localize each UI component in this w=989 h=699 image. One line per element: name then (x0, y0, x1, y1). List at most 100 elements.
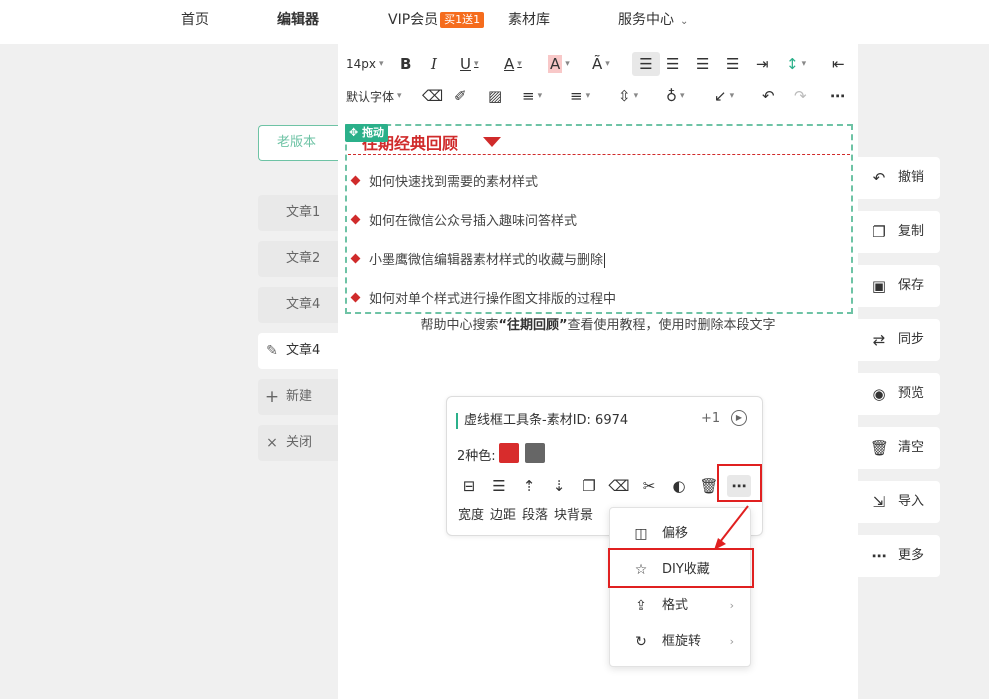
scissors-icon[interactable]: ✂ (637, 475, 661, 497)
edit-icon: ✎ (266, 343, 278, 359)
action-label: 清空 (898, 440, 925, 455)
chevron-down-icon: ▾ (801, 59, 807, 69)
paragraph-down-icon[interactable]: ⇣ (547, 475, 571, 497)
menu-item-rotate[interactable]: ↻ 框旋转 › (610, 624, 752, 660)
list-item[interactable]: 如何在微信公众号插入趣味问答样式 (350, 210, 577, 229)
action-label: 导入 (898, 494, 925, 509)
margin-icon[interactable]: ☰ (487, 475, 511, 497)
more-icon: ⋯ (871, 547, 887, 565)
clear-button[interactable]: 🗑 清空 (858, 427, 940, 469)
list-item[interactable]: 小墨鹰微信编辑器素材样式的收藏与删除 (350, 249, 606, 268)
vip-badge: 买1送1 (440, 12, 485, 28)
eraser-icon[interactable]: ⌫ (422, 84, 443, 108)
color-swatch-gray[interactable] (525, 443, 545, 463)
italic-icon[interactable]: I (431, 52, 437, 76)
eraser-icon[interactable]: ⌫ (607, 475, 631, 497)
top-nav: 首页 编辑器 VIP会员 买1送1 素材库 服务中心 ⌄ (0, 0, 989, 44)
align-left-icon[interactable]: ☰ (632, 52, 660, 76)
close-article-button[interactable]: × 关闭 (258, 425, 338, 461)
font-size-select[interactable]: 14px ▾ (346, 52, 384, 76)
preview-button[interactable]: ◉ 预览 (858, 373, 940, 415)
nav-vip[interactable]: VIP会员 买1送1 (388, 0, 485, 44)
list-item-text: 如何对单个样式进行操作图文排版的过程中 (369, 292, 617, 307)
bulb-icon[interactable]: ♁ ▾ (666, 84, 685, 108)
align-center-icon[interactable]: ☰ (666, 52, 679, 76)
editor-panel: 14px ▾ B I U ▾ A ▾ A ▾ Ã ▾ ☰ ☰ ☰ ☰ ⇥ ↕ ▾ ⇤ 默认字… (338, 44, 858, 699)
action-label: 预览 (898, 386, 925, 401)
background-color-icon[interactable]: A ▾ (548, 52, 570, 76)
background-color-glyph: A (548, 55, 563, 73)
trash-icon: 🗑 (870, 439, 890, 457)
justify-icon[interactable]: ☰ (726, 52, 739, 76)
undo-button[interactable]: ↶ 撤销 (858, 157, 940, 199)
exit-icon[interactable]: ⇤ (832, 52, 845, 76)
nav-materials[interactable]: 素材库 (508, 0, 550, 44)
action-label: 撤销 (898, 170, 925, 185)
format-painter-icon[interactable]: ✐ (454, 84, 467, 108)
paragraph-up-icon[interactable]: ⇡ (517, 475, 541, 497)
font-family-select[interactable]: 默认字体 ▾ (346, 84, 402, 108)
sidebar-item-article[interactable]: 文章2 (258, 241, 338, 277)
list-item[interactable]: 如何快速找到需要的素材样式 (350, 171, 539, 190)
more-button[interactable]: ⋯ 更多 (858, 535, 940, 577)
underline-icon[interactable]: U ▾ (460, 52, 479, 76)
sync-button[interactable]: ⇄ 同步 (858, 319, 940, 361)
indent-icon[interactable]: ⇥ (756, 52, 769, 76)
paragraph-label[interactable]: 段落 (522, 508, 548, 523)
menu-item-format[interactable]: ⇪ 格式 › (610, 588, 752, 624)
nav-editor[interactable]: 编辑器 (277, 0, 319, 44)
chevron-down-icon: ▾ (397, 91, 402, 101)
plus-icon: + (264, 387, 280, 407)
chevron-down-icon: ▾ (585, 91, 591, 101)
save-button[interactable]: ▣ 保存 (858, 265, 940, 307)
contrast-icon[interactable]: ◐ (667, 475, 691, 497)
menu-item-label: 框旋转 (662, 634, 702, 649)
import-button[interactable]: ⇲ 导入 (858, 481, 940, 523)
undo-icon: ↶ (872, 169, 886, 187)
nav-service[interactable]: 服务中心 ⌄ (618, 0, 688, 44)
chevron-down-icon: ▾ (680, 91, 685, 101)
paragraph-spacing-icon[interactable]: ⇳ ▾ (618, 84, 638, 108)
bold-icon[interactable]: B (400, 52, 411, 76)
spacing-icon[interactable]: ≡ ▾ (570, 84, 590, 108)
undo-icon[interactable]: ↶ (762, 84, 775, 108)
chevron-down-icon: ▾ (605, 59, 610, 69)
play-icon[interactable]: ▶ (731, 410, 747, 426)
font-color-icon[interactable]: A ▾ (504, 52, 522, 76)
margin-label[interactable]: 边距 (490, 508, 516, 523)
drag-handle[interactable]: ✥ 拖动 (345, 124, 389, 142)
chevron-down-icon: ▾ (633, 91, 639, 101)
redo-icon[interactable]: ↷ (794, 84, 807, 108)
sidebar-item-article-active[interactable]: ✎ 文章4 (258, 333, 338, 369)
block-background-label[interactable]: 块背景 (554, 508, 593, 523)
new-article-button[interactable]: + 新建 (258, 379, 338, 415)
action-label: 保存 (898, 278, 925, 293)
toolbar-row-1: 14px ▾ B I U ▾ A ▾ A ▾ Ã ▾ ☰ ☰ ☰ ☰ ⇥ ↕ ▾ ⇤ (338, 48, 858, 80)
copy-button[interactable]: ❐ 复制 (858, 211, 940, 253)
title-divider (348, 154, 850, 155)
popup-labels: 宽度 边距 段落 块背景 (458, 504, 599, 523)
old-version-button[interactable]: 老版本 (258, 125, 338, 161)
copy-icon[interactable]: ❐ (577, 475, 601, 497)
text-effect-icon[interactable]: Ã ▾ (592, 52, 610, 76)
sidebar-item-article[interactable]: 文章1 (258, 195, 338, 231)
image-icon[interactable]: ▨ (488, 84, 502, 108)
help-prefix: 帮助中心搜索 (420, 318, 499, 333)
list-item[interactable]: 如何对单个样式进行操作图文排版的过程中 (350, 288, 617, 307)
format-icon: ⇪ (635, 598, 647, 614)
sidebar-item-article[interactable]: 文章4 (258, 287, 338, 323)
width-icon[interactable]: ⊟ (457, 475, 481, 497)
width-label[interactable]: 宽度 (458, 508, 484, 523)
highlight-box-more (717, 464, 762, 502)
chevron-down-icon: ▾ (379, 59, 384, 69)
list-item-text: 如何快速找到需要的素材样式 (369, 175, 539, 190)
more-icon[interactable]: ⋯ (830, 84, 845, 108)
line-height-icon[interactable]: ↕ ▾ (786, 52, 806, 76)
font-family-value: 默认字体 (346, 89, 395, 104)
align-right-icon[interactable]: ☰ (696, 52, 709, 76)
divider-icon[interactable]: ≡ ▾ (522, 84, 542, 108)
nav-home[interactable]: 首页 (181, 0, 209, 44)
color-swatch-red[interactable] (499, 443, 519, 463)
arrow-icon[interactable]: ↙ ▾ (714, 84, 734, 108)
chevron-down-icon: ⌄ (680, 16, 689, 27)
